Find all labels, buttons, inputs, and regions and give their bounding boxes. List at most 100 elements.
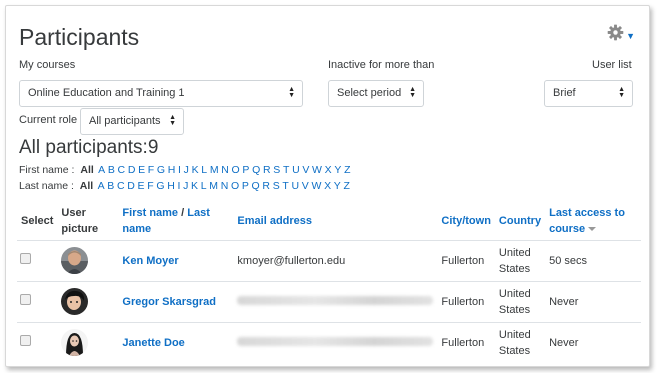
last-initial-i[interactable]: I <box>177 180 180 192</box>
participants-count-heading: All participants:9 <box>19 137 159 158</box>
last-initial-p[interactable]: P <box>242 180 249 192</box>
first-initial-m[interactable]: M <box>210 164 219 176</box>
settings-menu-button[interactable]: ▼ <box>607 24 635 46</box>
participant-city: Fullerton <box>437 239 495 281</box>
city-header[interactable]: City/town <box>437 202 495 240</box>
first-initial-all[interactable]: All <box>80 164 93 176</box>
last-initial-g[interactable]: G <box>156 180 164 192</box>
sort-desc-icon <box>588 226 597 231</box>
first-initial-b[interactable]: B <box>108 164 115 176</box>
last-initial-q[interactable]: Q <box>252 180 260 192</box>
sort-first-name-link[interactable]: First name <box>122 207 178 219</box>
current-role-select[interactable]: All participants ▲ ▼ <box>80 108 184 135</box>
user-list-label: User list <box>592 59 632 71</box>
first-initial-j[interactable]: J <box>184 164 189 176</box>
table-row: Ken Moyer kmoyer@fullerton.edu Fullerton… <box>17 239 641 281</box>
last-initial-z[interactable]: Z <box>344 180 350 192</box>
last-initial-e[interactable]: E <box>138 180 145 192</box>
first-initial-q[interactable]: Q <box>252 164 260 176</box>
user-list-value: Brief <box>553 87 576 99</box>
first-initial-t[interactable]: T <box>283 164 289 176</box>
last-initial-all[interactable]: All <box>80 180 93 192</box>
first-initial-a[interactable]: A <box>98 164 105 176</box>
last-initial-l[interactable]: L <box>201 180 207 192</box>
last-initial-x[interactable]: X <box>324 180 331 192</box>
course-select[interactable]: Online Education and Training 1 ▲ ▼ <box>19 80 303 107</box>
inactive-period-select[interactable]: Select period ▲ ▼ <box>328 80 424 107</box>
chevron-down-icon: ▼ <box>626 31 635 41</box>
first-initial-f[interactable]: F <box>148 164 154 176</box>
first-initial-c[interactable]: C <box>118 164 126 176</box>
last-initial-o[interactable]: O <box>231 180 239 192</box>
last-initial-t[interactable]: T <box>282 180 288 192</box>
first-name-initials-label: First name : <box>19 164 75 176</box>
gear-icon <box>607 24 624 46</box>
last-initial-j[interactable]: J <box>183 180 188 192</box>
table-row: Janette Doe Fullerton United States Neve… <box>17 321 641 363</box>
row-select-checkbox[interactable] <box>20 334 31 346</box>
email-header[interactable]: Email address <box>233 202 437 240</box>
first-initial-e[interactable]: E <box>138 164 145 176</box>
avatar[interactable] <box>61 288 89 315</box>
first-initial-h[interactable]: H <box>168 164 176 176</box>
last-access-header[interactable]: Last access to course <box>545 202 641 240</box>
last-initial-r[interactable]: R <box>262 180 270 192</box>
participant-email <box>233 321 438 363</box>
participant-last-access: Never <box>545 321 641 363</box>
name-header: First name / Last name <box>118 202 233 240</box>
page-title: Participants <box>19 24 140 50</box>
first-initial-v[interactable]: V <box>302 164 309 176</box>
last-initial-b[interactable]: B <box>107 180 114 192</box>
first-initial-n[interactable]: N <box>221 164 229 176</box>
participant-city: Fullerton <box>437 321 495 363</box>
first-initial-o[interactable]: O <box>232 164 240 176</box>
first-initial-p[interactable]: P <box>242 164 249 176</box>
first-initial-u[interactable]: U <box>292 164 300 176</box>
first-initial-d[interactable]: D <box>128 164 136 176</box>
user-list-select[interactable]: Brief ▲ ▼ <box>544 80 633 107</box>
last-initial-f[interactable]: F <box>147 180 153 192</box>
participants-panel: Participants ▼ My courses Online Educati… <box>5 5 650 367</box>
last-initial-u[interactable]: U <box>292 180 300 192</box>
country-header[interactable]: Country <box>495 202 545 240</box>
last-initial-y[interactable]: Y <box>334 180 341 192</box>
first-initial-l[interactable]: L <box>201 164 207 176</box>
first-initial-i[interactable]: I <box>178 164 181 176</box>
row-select-checkbox[interactable] <box>20 293 31 305</box>
avatar[interactable] <box>61 247 89 274</box>
participant-name-link[interactable]: Janette Doe <box>118 321 234 363</box>
first-name-initials-bar: First name : All ABCDEFGHIJKLMNOPQRSTUVW… <box>19 164 353 176</box>
first-initial-s[interactable]: S <box>273 164 280 176</box>
last-initial-m[interactable]: M <box>209 180 218 192</box>
row-select-checkbox[interactable] <box>20 252 31 264</box>
first-initial-x[interactable]: X <box>325 164 332 176</box>
last-name-initials-bar: Last name : All ABCDEFGHIJKLMNOPQRSTUVWX… <box>19 180 353 192</box>
select-arrows-icon: ▲ ▼ <box>288 86 295 99</box>
participant-name-link[interactable]: Ken Moyer <box>118 239 234 281</box>
last-initial-a[interactable]: A <box>98 180 105 192</box>
first-initial-z[interactable]: Z <box>344 164 350 176</box>
redacted-email <box>237 336 434 346</box>
last-initial-s[interactable]: S <box>273 180 280 192</box>
participant-last-access: 50 secs <box>545 239 641 281</box>
last-initial-d[interactable]: D <box>127 180 135 192</box>
first-initial-r[interactable]: R <box>263 164 271 176</box>
participant-name-link[interactable]: Gregor Skarsgrad <box>118 280 234 322</box>
last-initial-n[interactable]: N <box>221 180 229 192</box>
last-initial-h[interactable]: H <box>167 180 175 192</box>
participant-last-access: Never <box>545 280 641 322</box>
first-initial-w[interactable]: W <box>312 164 322 176</box>
last-initial-k[interactable]: K <box>191 180 198 192</box>
last-access-header-label: Last access to course <box>549 206 625 235</box>
last-name-initials-label: Last name : <box>19 180 74 192</box>
last-initial-c[interactable]: C <box>117 180 125 192</box>
course-select-value: Online Education and Training 1 <box>28 87 185 99</box>
first-initial-g[interactable]: G <box>157 164 165 176</box>
last-initial-w[interactable]: W <box>311 180 321 192</box>
last-initial-v[interactable]: V <box>302 180 309 192</box>
inactive-period-value: Select period <box>337 87 402 99</box>
participant-email <box>233 280 438 322</box>
first-initial-y[interactable]: Y <box>334 164 341 176</box>
first-initial-k[interactable]: K <box>192 164 199 176</box>
avatar[interactable] <box>61 329 89 357</box>
